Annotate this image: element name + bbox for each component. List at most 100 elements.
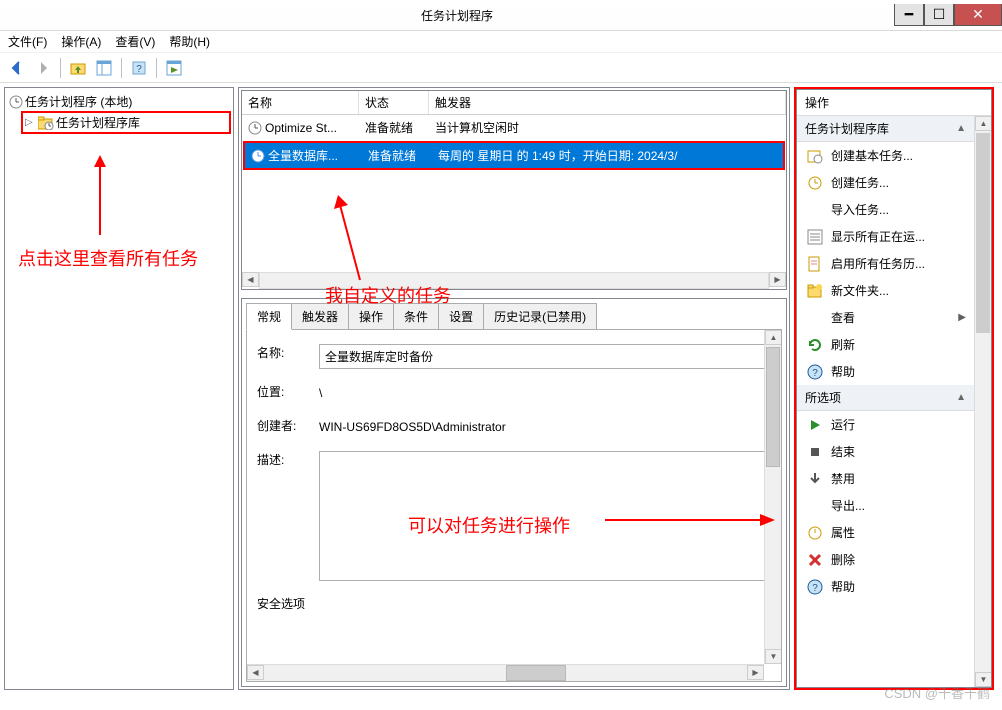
expand-icon[interactable]: ▷ <box>25 117 36 128</box>
menu-bar: 文件(F) 操作(A) 查看(V) 帮助(H) <box>0 31 1002 53</box>
row-status: 准备就绪 <box>359 117 429 138</box>
folder-up-icon[interactable] <box>67 57 89 79</box>
tab-conditions[interactable]: 条件 <box>393 303 439 330</box>
location-label: 位置: <box>257 383 309 400</box>
action-refresh[interactable]: 刷新 <box>797 331 974 358</box>
scroll-right-button[interactable]: ▶ <box>747 665 764 680</box>
tab-content-general: 名称: 全量数据库定时备份 位置: \ 创建者: WIN-US69FD8OS5D… <box>246 329 782 682</box>
grid-header: 名称 状态 触发器 <box>242 91 786 115</box>
action-run[interactable]: 运行 <box>797 411 974 438</box>
blank-icon <box>807 202 823 218</box>
panel-view-icon[interactable] <box>93 57 115 79</box>
scroll-up-button[interactable]: ▲ <box>975 116 991 131</box>
tab-general[interactable]: 常规 <box>246 303 292 330</box>
action-enable-history[interactable]: 启用所有任务历... <box>797 250 974 277</box>
watermark: CSDN @千香千鹤 <box>884 683 990 702</box>
action-import-task[interactable]: 导入任务... <box>797 196 974 223</box>
name-label: 名称: <box>257 344 309 361</box>
doc-icon <box>807 256 823 272</box>
action-help[interactable]: ?帮助 <box>797 358 974 385</box>
action-export[interactable]: 导出... <box>797 492 974 519</box>
tree-panel: 任务计划程序 (本地) ▷ 任务计划程序库 <box>4 87 234 690</box>
forward-button[interactable] <box>32 57 54 79</box>
detail-tabs: 常规 触发器 操作 条件 设置 历史记录(已禁用) <box>242 299 786 330</box>
collapse-icon[interactable]: ▲ <box>956 392 966 403</box>
actions-vscroll[interactable]: ▲ ▼ <box>974 116 991 687</box>
collapse-icon[interactable]: ▲ <box>956 123 966 134</box>
task-row[interactable]: Optimize St... 准备就绪 当计算机空闲时 <box>242 115 786 140</box>
action-help-2[interactable]: ?帮助 <box>797 573 974 600</box>
menu-file[interactable]: 文件(F) <box>8 33 47 50</box>
security-label: 安全选项 <box>257 595 305 612</box>
hscroll-thumb[interactable] <box>506 665 566 681</box>
run-panel-icon[interactable] <box>163 57 185 79</box>
row-trigger: 当计算机空闲时 <box>429 117 786 138</box>
location-value: \ <box>319 383 771 403</box>
tree-root-label: 任务计划程序 (本地) <box>25 93 132 110</box>
title-bar: 任务计划程序 ━ ☐ ✕ <box>0 0 1002 31</box>
description-label: 描述: <box>257 451 309 468</box>
new-folder-icon <box>807 283 823 299</box>
action-group-label: 所选项 <box>805 389 841 406</box>
minimize-button[interactable]: ━ <box>894 4 924 26</box>
svg-text:?: ? <box>812 583 818 594</box>
col-trigger-header[interactable]: 触发器 <box>429 91 786 114</box>
detail-panel: 常规 触发器 操作 条件 设置 历史记录(已禁用) 名称: 全量数据库定时备份 … <box>241 298 787 687</box>
tree-library-label: 任务计划程序库 <box>56 114 140 131</box>
scroll-down-button[interactable]: ▼ <box>765 649 782 664</box>
svg-text:?: ? <box>136 64 142 75</box>
close-button[interactable]: ✕ <box>954 4 1002 26</box>
col-name-header[interactable]: 名称 <box>242 91 359 114</box>
tab-triggers[interactable]: 触发器 <box>291 303 349 330</box>
col-status-header[interactable]: 状态 <box>359 91 429 114</box>
tab-actions[interactable]: 操作 <box>348 303 394 330</box>
action-create-basic-task[interactable]: 创建基本任务... <box>797 142 974 169</box>
scroll-thumb[interactable] <box>976 133 990 333</box>
scroll-left-button[interactable]: ◀ <box>242 272 259 287</box>
action-view[interactable]: 查看▶ <box>797 304 974 331</box>
task-row-selected[interactable]: 全量数据库... 准备就绪 每周的 星期日 的 1:49 时，开始日期: 202… <box>243 141 785 170</box>
tree-root-node[interactable]: 任务计划程序 (本地) <box>7 92 231 111</box>
scroll-up-button[interactable]: ▲ <box>765 330 782 345</box>
action-new-folder[interactable]: 新文件夹... <box>797 277 974 304</box>
detail-hscroll[interactable]: ◀ ▶ <box>247 664 764 681</box>
tab-settings[interactable]: 设置 <box>438 303 484 330</box>
tab-history[interactable]: 历史记录(已禁用) <box>483 303 597 330</box>
detail-vscroll[interactable]: ▲ ▼ <box>764 330 781 664</box>
help-icon[interactable]: ? <box>128 57 150 79</box>
maximize-button[interactable]: ☐ <box>924 4 954 26</box>
actions-panel: 操作 任务计划程序库 ▲ 创建基本任务... 创建任务... 导入任务... 显… <box>794 87 994 690</box>
action-show-running[interactable]: 显示所有正在运... <box>797 223 974 250</box>
scheduler-icon <box>9 95 23 109</box>
clock-icon <box>251 149 265 163</box>
action-delete[interactable]: 删除 <box>797 546 974 573</box>
task-basic-icon <box>807 148 823 164</box>
action-group-library[interactable]: 任务计划程序库 ▲ <box>797 116 974 142</box>
scroll-right-button[interactable]: ▶ <box>769 272 786 287</box>
action-properties[interactable]: 属性 <box>797 519 974 546</box>
menu-view[interactable]: 查看(V) <box>115 33 155 50</box>
description-field[interactable] <box>319 451 771 581</box>
help-icon: ? <box>807 579 823 595</box>
action-end[interactable]: 结束 <box>797 438 974 465</box>
disable-icon <box>807 471 823 487</box>
grid-hscroll[interactable]: ◀ ▶ <box>242 272 786 289</box>
blank-icon <box>807 498 823 514</box>
refresh-icon <box>807 337 823 353</box>
name-field[interactable]: 全量数据库定时备份 <box>319 344 771 369</box>
menu-help[interactable]: 帮助(H) <box>169 33 210 50</box>
menu-action[interactable]: 操作(A) <box>61 33 101 50</box>
back-button[interactable] <box>6 57 28 79</box>
row-name: 全量数据库... <box>268 147 338 164</box>
action-disable[interactable]: 禁用 <box>797 465 974 492</box>
folder-clock-icon <box>38 116 54 130</box>
blank-icon <box>807 310 823 326</box>
task-grid: 名称 状态 触发器 Optimize St... 准备就绪 当计算机空闲时 全量… <box>241 90 787 290</box>
scroll-thumb[interactable] <box>766 347 780 467</box>
action-create-task[interactable]: 创建任务... <box>797 169 974 196</box>
creator-label: 创建者: <box>257 417 309 434</box>
scroll-left-button[interactable]: ◀ <box>247 665 264 680</box>
row-trigger: 每周的 星期日 的 1:49 时，开始日期: 2024/3/ <box>432 145 783 166</box>
action-group-selected[interactable]: 所选项 ▲ <box>797 385 974 411</box>
tree-library-node[interactable]: ▷ 任务计划程序库 <box>21 111 231 134</box>
